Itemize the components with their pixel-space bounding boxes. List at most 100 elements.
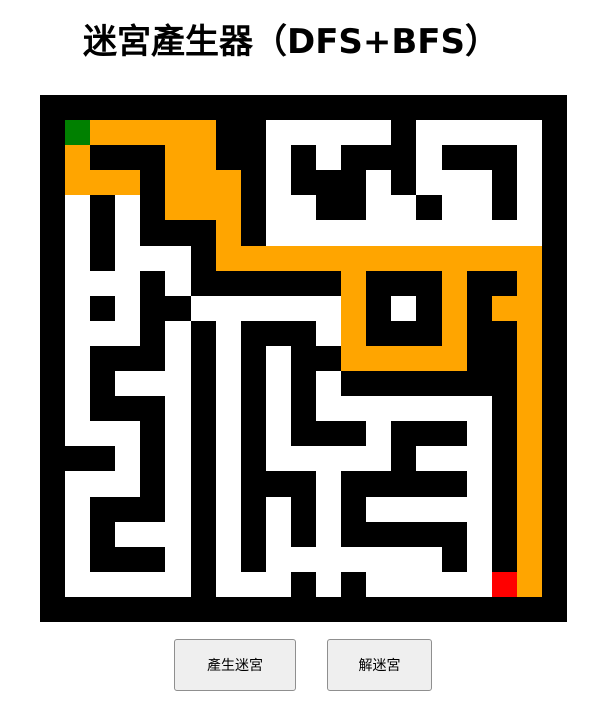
maze-open-cell (416, 145, 442, 170)
maze-open-cell (165, 246, 191, 271)
maze-solution-cell (341, 296, 366, 321)
maze-open-cell (216, 471, 241, 497)
maze-open-cell (115, 446, 140, 471)
maze-open-cell (316, 120, 341, 145)
maze-solution-cell (191, 170, 216, 195)
maze-open-cell (316, 446, 341, 471)
maze-open-cell (65, 572, 90, 597)
maze-open-cell (65, 471, 90, 497)
maze-open-cell (115, 572, 140, 597)
maze-open-cell (442, 396, 467, 421)
maze-solution-cell (467, 246, 492, 271)
maze-open-cell (316, 547, 341, 572)
maze-open-cell (266, 572, 291, 597)
maze-open-cell (442, 170, 467, 195)
maze-open-cell (492, 220, 517, 246)
maze-open-cell (90, 572, 115, 597)
maze-open-cell (165, 371, 191, 396)
maze-solution-cell (191, 145, 216, 170)
solve-maze-button[interactable]: 解迷宮 (327, 639, 432, 691)
maze-solution-cell (442, 246, 467, 271)
maze-open-cell (467, 547, 492, 572)
maze-open-cell (115, 296, 140, 321)
maze-solution-cell (492, 296, 517, 321)
maze-open-cell (266, 396, 291, 421)
maze-open-cell (341, 396, 366, 421)
maze-open-cell (442, 446, 467, 471)
maze-open-cell (65, 321, 90, 346)
maze-solution-cell (517, 371, 542, 396)
maze-open-cell (65, 271, 90, 296)
maze-solution-cell (165, 170, 191, 195)
maze-open-cell (90, 421, 115, 446)
maze-open-cell (467, 195, 492, 220)
maze-solution-cell (442, 271, 467, 296)
maze-open-cell (65, 296, 90, 321)
maze-solution-cell (316, 246, 341, 271)
maze-open-cell (316, 371, 341, 396)
maze-open-cell (165, 497, 191, 522)
maze-solution-cell (517, 471, 542, 497)
maze-solution-cell (517, 296, 542, 321)
maze-open-cell (65, 195, 90, 220)
maze-open-cell (241, 572, 266, 597)
maze-open-cell (366, 396, 391, 421)
maze-solution-cell (216, 170, 241, 195)
maze-open-cell (291, 446, 316, 471)
maze-open-cell (366, 421, 391, 446)
maze-open-cell (165, 346, 191, 371)
generate-maze-button[interactable]: 產生迷宮 (174, 639, 296, 691)
maze-solution-cell (90, 120, 115, 145)
maze-open-cell (115, 271, 140, 296)
maze-open-cell (165, 572, 191, 597)
page-title: 迷宮產生器（DFS+BFS） (82, 22, 500, 62)
maze-open-cell (115, 246, 140, 271)
maze-solution-cell (442, 346, 467, 371)
maze-open-cell (416, 220, 442, 246)
maze-solution-cell (391, 346, 416, 371)
maze-solution-cell (517, 446, 542, 471)
maze-open-cell (291, 195, 316, 220)
maze-open-cell (341, 446, 366, 471)
maze-open-cell (517, 195, 542, 220)
maze-open-cell (90, 321, 115, 346)
maze-open-cell (266, 220, 291, 246)
maze-solution-cell (165, 145, 191, 170)
maze-solution-cell (291, 246, 316, 271)
maze-open-cell (165, 446, 191, 471)
maze-open-cell (366, 572, 391, 597)
maze-open-cell (391, 296, 416, 321)
maze-open-cell (165, 396, 191, 421)
maze-open-cell (140, 572, 165, 597)
maze-solution-cell (442, 321, 467, 346)
maze-open-cell (517, 220, 542, 246)
maze-open-cell (391, 396, 416, 421)
maze-open-cell (216, 522, 241, 547)
maze-open-cell (316, 471, 341, 497)
maze-open-cell (216, 371, 241, 396)
maze-solution-cell (65, 145, 90, 170)
maze-end-cell (492, 572, 517, 597)
maze-solution-cell (115, 170, 140, 195)
maze-open-cell (442, 120, 467, 145)
maze-open-cell (140, 246, 165, 271)
maze-open-cell (266, 522, 291, 547)
maze-open-cell (291, 296, 316, 321)
maze-open-cell (316, 145, 341, 170)
maze-open-cell (467, 396, 492, 421)
maze-open-cell (442, 497, 467, 522)
maze-open-cell (391, 572, 416, 597)
maze-open-cell (291, 547, 316, 572)
maze-solution-cell (266, 246, 291, 271)
maze-open-cell (216, 547, 241, 572)
maze-open-cell (467, 572, 492, 597)
maze-open-cell (391, 547, 416, 572)
maze-open-cell (115, 522, 140, 547)
maze-open-cell (366, 497, 391, 522)
maze-open-cell (65, 396, 90, 421)
maze-solution-cell (216, 195, 241, 220)
maze-open-cell (517, 145, 542, 170)
maze-solution-cell (517, 321, 542, 346)
maze-open-cell (65, 497, 90, 522)
maze-open-cell (416, 497, 442, 522)
